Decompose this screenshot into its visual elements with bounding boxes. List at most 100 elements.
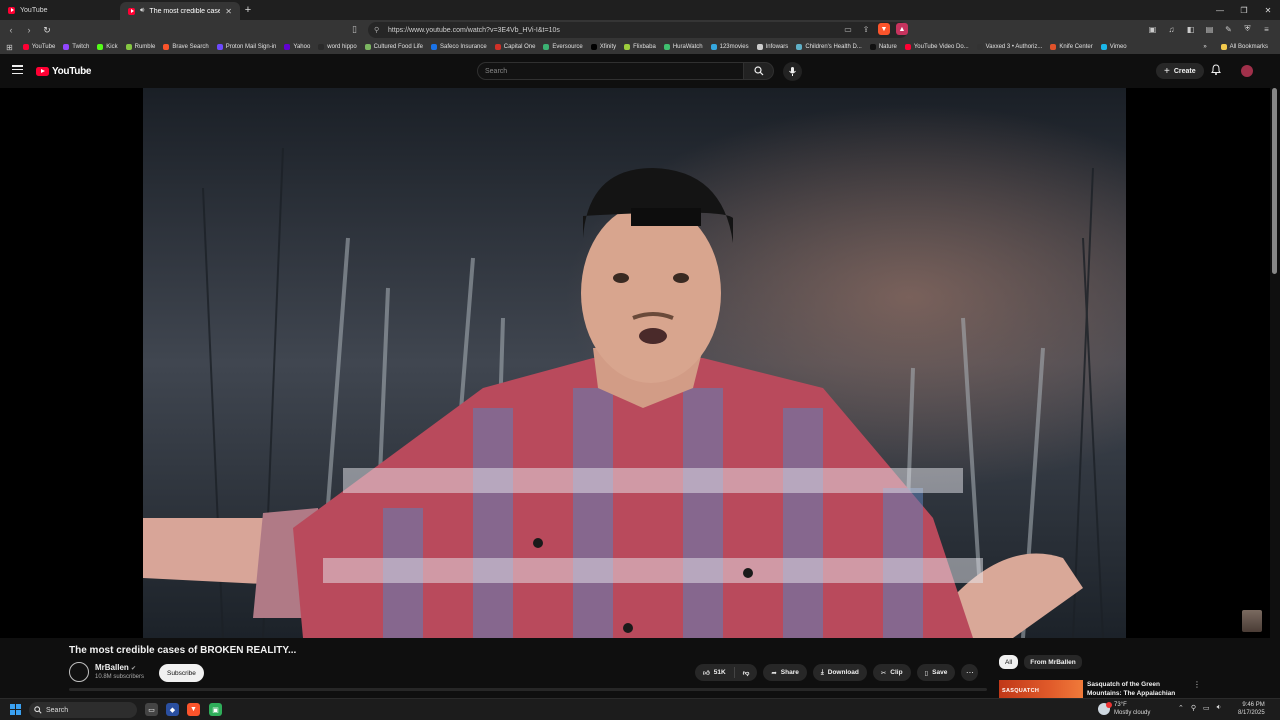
close-window-icon[interactable]: ✕: [1256, 0, 1280, 20]
site-settings-icon[interactable]: ⚲: [374, 26, 382, 34]
save-button[interactable]: ▯ Save: [916, 664, 956, 681]
video-player[interactable]: [0, 88, 1270, 638]
panel-icon[interactable]: ◧: [1185, 23, 1196, 35]
weather-widget[interactable]: 73°F Mostly cloudy: [1098, 701, 1150, 717]
download-button[interactable]: ⤓ Download: [812, 664, 867, 681]
bookmark-item[interactable]: YouTube Video Do...: [901, 44, 973, 50]
bookmark-item[interactable]: HuraWatch: [660, 44, 707, 50]
thumbs-up-icon: 👍︎: [703, 669, 710, 677]
media-icon[interactable]: ♫: [1166, 23, 1177, 35]
restore-icon[interactable]: ❐: [1232, 0, 1256, 20]
display-icon[interactable]: ▭: [1203, 704, 1210, 712]
page-scrollbar[interactable]: [1270, 88, 1280, 720]
channel-watermark-icon[interactable]: [1242, 610, 1262, 632]
menu-icon[interactable]: ≡: [1261, 23, 1272, 35]
bookmark-item[interactable]: Infowars: [753, 44, 793, 50]
scrollbar-thumb[interactable]: [1272, 88, 1277, 274]
all-bookmarks[interactable]: All Bookmarks: [1217, 44, 1272, 50]
reload-icon[interactable]: ↻: [40, 23, 54, 37]
bookmark-label: Flixbaba: [633, 44, 656, 50]
bookmark-item[interactable]: Twitch: [59, 44, 93, 50]
sidebar-icon[interactable]: ▣: [1147, 23, 1158, 35]
bookmark-item[interactable]: Proton Mail Sign-in: [213, 44, 281, 50]
bookmark-item[interactable]: Vimeo: [1097, 44, 1131, 50]
bookmark-item[interactable]: Vaxxed 3 • Authoriz...: [973, 44, 1047, 50]
bookmark-item[interactable]: Eversource: [539, 44, 586, 50]
bookmark-label: word hippo: [327, 44, 357, 50]
app-icon[interactable]: ▣: [209, 703, 222, 716]
bookmark-item[interactable]: Safeco Insurance: [427, 44, 491, 50]
extensions-icon[interactable]: ✎: [1223, 23, 1234, 35]
subscribe-button[interactable]: Subscribe: [159, 664, 204, 682]
voice-search-button[interactable]: [783, 62, 802, 81]
app-icon[interactable]: ◆: [166, 703, 179, 716]
like-button[interactable]: 👍︎ 51K: [695, 667, 735, 678]
recommendation-menu-icon[interactable]: ⋮: [1193, 680, 1201, 689]
bookmark-item[interactable]: Cultured Food Life: [361, 44, 427, 50]
bookmark-icon[interactable]: ▯: [352, 24, 357, 35]
bookmark-item[interactable]: Rumble: [122, 44, 160, 50]
share-button[interactable]: ➦ Share: [763, 664, 807, 681]
dislike-button[interactable]: 👎︎: [735, 669, 758, 677]
channel-avatar[interactable]: [69, 662, 89, 682]
bookmark-item[interactable]: word hippo: [314, 44, 360, 50]
chevron-up-icon[interactable]: ⌃: [1178, 704, 1184, 712]
share-page-icon[interactable]: ⇪: [860, 23, 872, 35]
close-tab-icon[interactable]: ✕: [225, 7, 232, 16]
audio-icon[interactable]: 🔊︎: [140, 7, 144, 15]
recommendation-title[interactable]: Sasquatch of the Green Mountains: The Ap…: [1087, 680, 1187, 698]
bookmark-favicon-icon: [431, 44, 438, 50]
brave-shields-icon[interactable]: ▼: [878, 23, 890, 35]
recommendation-thumbnail[interactable]: SASQUATCH: [999, 680, 1083, 698]
forward-icon[interactable]: ›: [22, 23, 36, 37]
volume-icon[interactable]: 🔉︎: [1217, 704, 1221, 712]
bookmark-item[interactable]: Kick: [93, 44, 121, 50]
video-frame[interactable]: [143, 88, 1126, 638]
chip-from-channel[interactable]: From MrBallen: [1024, 655, 1082, 669]
taskbar-search[interactable]: Search: [29, 702, 137, 718]
tab-youtube[interactable]: YouTube: [0, 1, 120, 19]
bookmark-item[interactable]: Yahoo: [280, 44, 314, 50]
chip-all[interactable]: All: [999, 655, 1019, 669]
bookmark-item[interactable]: 123movies: [707, 44, 753, 50]
new-tab-button[interactable]: +: [240, 4, 256, 16]
bookmark-item[interactable]: Brave Search: [159, 44, 212, 50]
more-actions-icon[interactable]: ⋯: [961, 664, 979, 681]
brave-rewards-icon[interactable]: ▲: [896, 23, 908, 35]
notifications-bell-icon[interactable]: [1211, 64, 1221, 78]
brave-browser-icon[interactable]: ▼: [187, 703, 200, 716]
clip-button[interactable]: ✂ Clip: [872, 664, 911, 681]
os-taskbar: Search ▭ ◆ ▼ ▣ 73°F Mostly cloudy ⌃ ⚲ ▭ 🔉…: [0, 698, 1280, 720]
windows-start-icon[interactable]: [10, 704, 21, 715]
task-view-icon[interactable]: ▭: [145, 703, 158, 716]
location-icon[interactable]: ⚲: [1191, 704, 1196, 712]
bookmark-item[interactable]: Nature: [866, 44, 901, 50]
back-icon[interactable]: ‹: [4, 23, 18, 37]
apps-grid-icon[interactable]: ⊞: [0, 43, 19, 52]
account-avatar[interactable]: [1241, 65, 1253, 77]
bookmark-item[interactable]: Flixbaba: [620, 44, 660, 50]
bookmark-item[interactable]: Xfinity: [587, 44, 620, 50]
youtube-logo[interactable]: YouTube: [36, 66, 92, 77]
search-input[interactable]: Search: [477, 62, 744, 80]
wallet-icon[interactable]: ▤: [1204, 23, 1215, 35]
bookmark-item[interactable]: Knife Center: [1046, 44, 1096, 50]
search-button[interactable]: [744, 62, 774, 80]
channel-name-row[interactable]: MrBallen ✔: [95, 663, 136, 672]
cast-icon[interactable]: ▭: [842, 23, 854, 35]
minimize-icon[interactable]: —: [1208, 0, 1232, 20]
taskbar-clock[interactable]: 9:46 PM 8/17/2025: [1238, 701, 1265, 717]
chevron-more-icon[interactable]: »: [1203, 44, 1206, 50]
hamburger-menu-icon[interactable]: [12, 65, 23, 74]
bookmark-item[interactable]: YouTube: [19, 44, 60, 50]
url-field[interactable]: ⚲ https://www.youtube.com/watch?v=3E4Vb_…: [368, 22, 908, 38]
bookmark-item[interactable]: Capital One: [491, 44, 540, 50]
bookmark-item[interactable]: Children's Health D...: [792, 44, 866, 50]
tab-video[interactable]: 🔊︎ The most credible cases of BR ✕: [120, 2, 240, 20]
save-label: Save: [932, 669, 948, 676]
channel-name[interactable]: MrBallen: [95, 663, 129, 672]
create-button[interactable]: + Create: [1156, 63, 1204, 79]
bookmark-favicon-icon: [543, 44, 550, 50]
bookmark-label: Kick: [106, 44, 118, 50]
vpn-icon[interactable]: ⛨: [1242, 23, 1253, 35]
